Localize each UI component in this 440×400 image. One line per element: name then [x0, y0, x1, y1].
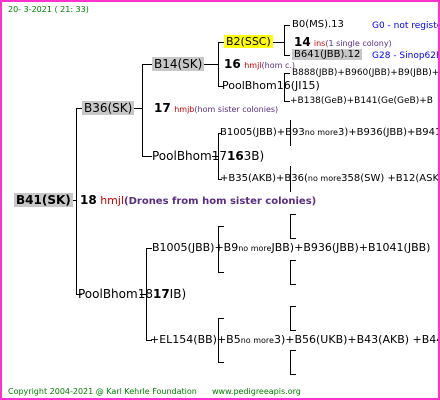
- poolbhom18-node[interactable]: PoolBhom1817IB): [78, 287, 186, 301]
- b1005-b93-tail: 3)+B936(JBB)+B941B: [337, 127, 440, 138]
- connector: [290, 374, 296, 375]
- b1005-text: B1005(JBB)+B9: [152, 241, 239, 254]
- b14-hmj: hmjl: [244, 61, 262, 70]
- b1005-b93-node[interactable]: B1005(JBB)+B93no more3)+B936(JBB)+B941B: [220, 126, 440, 140]
- b0ms-label: B0(MS).13: [292, 19, 344, 30]
- poolbhom16-label: PoolBhom16(JI15): [222, 79, 320, 92]
- b0ms-node[interactable]: B0(MS).13: [292, 18, 344, 32]
- connector: [204, 64, 218, 65]
- b36-hmj: hmjb: [174, 105, 195, 114]
- b2ssc-node[interactable]: B2(SSC): [224, 35, 273, 49]
- b1005-mid: no more: [238, 244, 272, 253]
- poolbhom17-node[interactable]: PoolBhom17163B): [152, 149, 264, 163]
- b36-info: 17 hmjb(hom sister colonies): [154, 101, 278, 117]
- b35-tail: 358(SW) +B12(ASK): [341, 173, 440, 184]
- b36-note: (hom sister colonies): [194, 105, 279, 114]
- b14-node[interactable]: B14(SK): [152, 57, 205, 71]
- root-label: B41(SK): [14, 193, 73, 207]
- g28-note: G28 - Sinop62R: [372, 51, 440, 61]
- el154-tail: 3)+B56(UKB)+B43(AKB) +B44(AKB): [273, 333, 438, 346]
- b14-label: B14(SK): [152, 57, 205, 71]
- poolbhom17-generation: 16: [226, 149, 244, 163]
- b35-mid: no more: [307, 174, 342, 183]
- connector: [290, 260, 291, 284]
- b641-node[interactable]: B641(JBB).12: [292, 48, 363, 62]
- poolbhom16-node[interactable]: PoolBhom16(JI15): [222, 79, 320, 93]
- connector: [290, 238, 296, 239]
- connector: [218, 318, 224, 319]
- copyright-text: Copyright 2004-2021 @ Karl Kehrle Founda…: [8, 387, 197, 396]
- b138-node[interactable]: +B138(GeB)+B141(Ge(GeB)+B: [290, 94, 433, 108]
- root-hmj: hmjl: [100, 194, 125, 207]
- root-generation: 18: [80, 193, 97, 207]
- connector: [142, 64, 152, 65]
- connector: [142, 156, 152, 157]
- connector: [284, 25, 285, 55]
- b1005-tail: JBB)+B936(JBB)+B1041(JBB): [271, 241, 431, 254]
- b14-generation: 16: [224, 57, 241, 71]
- connector: [76, 108, 77, 294]
- b2ssc-note: (1 single colony): [325, 39, 392, 48]
- poolbhom18-generation: 17: [152, 287, 170, 301]
- b2ssc-generation: 14: [294, 35, 311, 49]
- connector: [284, 55, 290, 56]
- poolbhom18-suffix: IB): [169, 287, 187, 301]
- b1005-b93-text: B1005(JBB)+B93: [220, 127, 305, 138]
- pedigree-frame: 20- 3-2021 ( 21: 33) Copyright 2004-2021…: [0, 0, 440, 400]
- b36-label: B36(SK): [82, 101, 135, 115]
- poolbhom17-label: PoolBhom17: [152, 149, 227, 163]
- b35-text: +B35(AKB)+B36(: [220, 173, 308, 184]
- el154-text: +EL154(BB)+B5: [150, 333, 241, 346]
- connector: [290, 214, 296, 215]
- root-node[interactable]: B41(SK): [14, 193, 73, 207]
- connector: [290, 214, 291, 238]
- timestamp: 20- 3-2021 ( 21: 33): [8, 5, 89, 14]
- b1005-b93-mid: no more: [304, 128, 338, 137]
- b138-tail: (GeB)+B: [393, 96, 433, 106]
- connector: [290, 350, 291, 374]
- connector: [290, 350, 296, 351]
- b641-label: B641(JBB).12: [292, 49, 363, 60]
- root-info: 18 hmjl(Drones from hom sister colonies): [80, 193, 316, 209]
- poolbhom18-label: PoolBhom18: [78, 287, 153, 301]
- b138-text: +B138(GeB)+B141(Ge: [290, 96, 394, 106]
- root-note: (Drones from hom sister colonies): [124, 196, 317, 207]
- connector: [218, 272, 224, 273]
- connector: [290, 284, 296, 285]
- b14-info: 16 hmjl(hom c.): [224, 57, 295, 73]
- b1005-node[interactable]: B1005(JBB)+B9no moreJBB)+B936(JBB)+B1041…: [152, 241, 430, 256]
- b888-text: B888(JBB)+B960(JBB)+B9: [292, 68, 410, 78]
- el154-node[interactable]: +EL154(BB)+B5no more3)+B56(UKB)+B43(AKB)…: [150, 333, 438, 348]
- connector: [284, 73, 290, 74]
- footer-url[interactable]: www.pedigreeapis.org: [212, 385, 301, 398]
- connector: [290, 306, 291, 330]
- poolbhom17-suffix: 3B): [243, 149, 265, 163]
- b14-note: (hom c.): [261, 61, 295, 70]
- connector: [218, 42, 219, 86]
- b888-tail: (JBB)+B: [409, 68, 440, 78]
- connector: [290, 260, 296, 261]
- b888-node[interactable]: B888(JBB)+B960(JBB)+B9(JBB)+B: [292, 66, 440, 80]
- connector: [290, 330, 296, 331]
- b2ssc-label: B2(SSC): [224, 35, 273, 48]
- b36-node[interactable]: B36(SK): [82, 101, 135, 115]
- b35-node[interactable]: +B35(AKB)+B36(no more358(SW) +B12(ASK): [220, 172, 440, 186]
- b36-generation: 17: [154, 101, 171, 115]
- g0-note: G0 - not registe: [372, 21, 440, 31]
- el154-mid: no more: [240, 336, 274, 345]
- connector: [142, 64, 143, 156]
- connector: [284, 25, 290, 26]
- connector: [218, 226, 224, 227]
- connector: [218, 362, 224, 363]
- connector: [290, 306, 296, 307]
- b2ssc-ins: ins: [313, 39, 326, 48]
